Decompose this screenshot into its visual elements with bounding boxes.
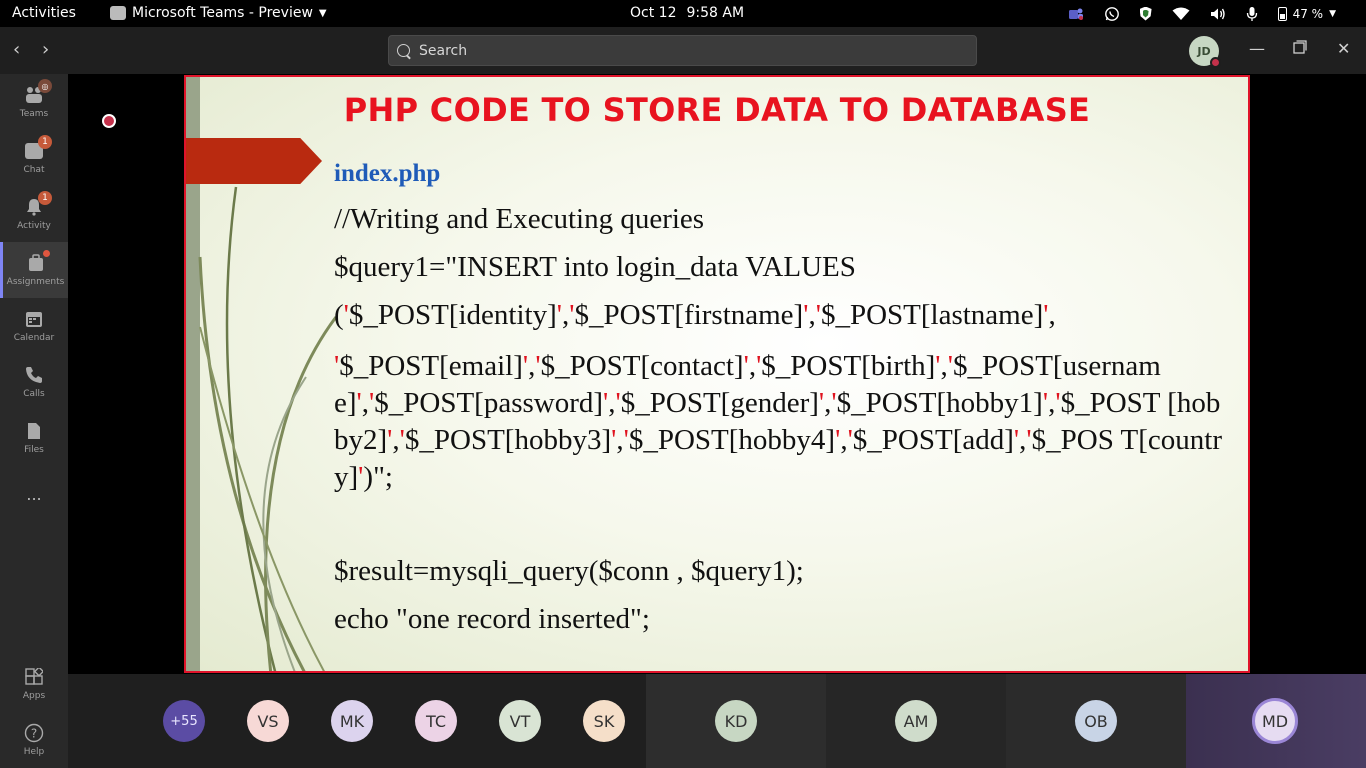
code-values-block: '$_POST[email]','$_POST[contact]','$_POS…: [334, 350, 1223, 493]
whatsapp-icon[interactable]: [1104, 6, 1120, 22]
microphone-icon[interactable]: [1246, 6, 1258, 22]
participant-initials: AM: [903, 711, 929, 731]
slide-red-arrow: [186, 138, 322, 184]
code-echo-line: echo "one record inserted";: [334, 603, 650, 635]
rail-label-assignments: Assignments: [6, 277, 65, 287]
participant-avatar[interactable]: VS: [247, 700, 289, 742]
bell-icon: 1: [24, 191, 52, 217]
rail-label-apps: Apps: [22, 691, 46, 701]
participant-avatar-active-speaker[interactable]: MD: [1252, 698, 1298, 744]
participant-overflow-count: +55: [170, 713, 198, 729]
profile-avatar[interactable]: JD: [1189, 36, 1221, 68]
participant-initials: TC: [425, 711, 446, 731]
profile-initials: JD: [1197, 44, 1211, 58]
clock-time: 9:58 AM: [686, 5, 745, 21]
participant-initials: VS: [257, 711, 279, 731]
activities-button[interactable]: Activities: [12, 5, 76, 21]
participant-initials: OB: [1084, 711, 1108, 731]
rail-item-apps[interactable]: Apps: [0, 656, 68, 712]
rail-label-files: Files: [24, 445, 44, 455]
code-filename: index.php: [334, 160, 441, 187]
rail-item-teams[interactable]: ◎ Teams: [0, 74, 68, 130]
participant-initials: SK: [593, 711, 615, 731]
rail-item-calendar[interactable]: Calendar: [0, 298, 68, 354]
teams-badge-icon: ◎: [38, 79, 52, 93]
assignments-icon: [26, 250, 50, 273]
activity-badge: 1: [38, 191, 52, 205]
maximize-icon[interactable]: [1293, 39, 1307, 58]
calendar-icon: [24, 309, 44, 329]
participant-initials: KD: [724, 711, 748, 731]
code-values-line-1: ('$_POST[identity]','$_POST[firstname]',…: [334, 299, 1056, 331]
forward-arrow-icon[interactable]: ›: [42, 39, 49, 60]
rail-label-calls: Calls: [23, 389, 45, 399]
slide-title: PHP CODE TO STORE DATA TO DATABASE: [343, 91, 1091, 129]
rail-item-activity[interactable]: 1 Activity: [0, 186, 68, 242]
more-icon: ...: [26, 484, 42, 504]
rail-label-teams: Teams: [19, 109, 49, 119]
participant-avatar[interactable]: OB: [1075, 700, 1117, 742]
teams-tray-icon[interactable]: [1068, 7, 1084, 21]
wifi-icon[interactable]: [1172, 7, 1190, 21]
participant-avatar[interactable]: TC: [415, 700, 457, 742]
close-icon[interactable]: ✕: [1337, 39, 1350, 58]
app-name: Microsoft Teams - Preview: [132, 5, 313, 21]
rail-item-files[interactable]: Files: [0, 410, 68, 466]
clock-date: Oct 12: [630, 5, 677, 21]
chat-icon: 1: [24, 135, 52, 161]
participant-avatar[interactable]: MK: [331, 700, 373, 742]
participant-avatar[interactable]: VT: [499, 700, 541, 742]
system-tray: 47 % ▼: [1068, 0, 1366, 27]
presentation-slide: PHP CODE TO STORE DATA TO DATABASE index…: [184, 75, 1250, 673]
help-icon: ?: [24, 723, 44, 743]
shield-icon[interactable]: [1139, 6, 1152, 21]
phone-icon: [24, 365, 44, 385]
teams-title-bar: ‹ › Search JD — ✕: [0, 27, 1366, 74]
chevron-down-icon: ▼: [1329, 8, 1336, 19]
svg-text:?: ?: [31, 727, 37, 741]
code-result-line: $result=mysqli_query($conn , $query1);: [334, 555, 804, 587]
volume-icon[interactable]: [1210, 7, 1226, 21]
back-arrow-icon[interactable]: ‹: [13, 39, 20, 60]
app-menu[interactable]: Microsoft Teams - Preview ▼: [110, 5, 327, 21]
code-query-line: $query1="INSERT into login_data VALUES: [334, 251, 856, 283]
more-participants-button[interactable]: +55: [163, 700, 205, 742]
status-busy-dot: [1210, 57, 1221, 68]
teams-icon: ◎: [24, 79, 52, 105]
participant-initials: VT: [509, 711, 531, 731]
rail-label-help: Help: [23, 747, 45, 757]
search-icon: [397, 44, 410, 57]
chevron-down-icon: ▼: [318, 7, 327, 19]
assignments-dot: [42, 250, 50, 257]
file-icon: [24, 421, 44, 441]
rail-item-help[interactable]: ? Help: [0, 712, 68, 768]
search-input[interactable]: Search: [388, 35, 977, 66]
more-apps-button[interactable]: ...: [0, 466, 68, 522]
rail-label-chat: Chat: [23, 165, 45, 175]
apps-icon: [24, 667, 44, 687]
system-top-bar: Activities Microsoft Teams - Preview ▼ O…: [0, 0, 1366, 27]
battery-icon: [1277, 6, 1287, 21]
chat-badge: 1: [38, 135, 52, 149]
rail-item-chat[interactable]: 1 Chat: [0, 130, 68, 186]
battery-indicator[interactable]: 47 % ▼: [1277, 6, 1336, 21]
rail-item-assignments[interactable]: Assignments: [0, 242, 68, 298]
battery-percent: 47 %: [1292, 6, 1324, 21]
search-placeholder: Search: [419, 42, 468, 59]
app-rail: ◎ Teams 1 Chat 1 Activity Assignments Ca…: [0, 74, 68, 768]
rail-item-calls[interactable]: Calls: [0, 354, 68, 410]
minimize-icon[interactable]: —: [1249, 39, 1265, 58]
participant-avatar[interactable]: AM: [895, 700, 937, 742]
rail-label-activity: Activity: [17, 221, 51, 231]
participant-avatar[interactable]: KD: [715, 700, 757, 742]
participant-avatar[interactable]: SK: [583, 700, 625, 742]
participant-initials: MD: [1261, 711, 1289, 731]
teams-app-icon: [110, 6, 126, 20]
participant-initials: MK: [339, 711, 365, 731]
code-comment: //Writing and Executing queries: [334, 203, 705, 235]
recording-icon: [102, 114, 116, 128]
rail-label-calendar: Calendar: [13, 333, 55, 343]
clock[interactable]: Oct 12 9:58 AM: [630, 5, 744, 21]
